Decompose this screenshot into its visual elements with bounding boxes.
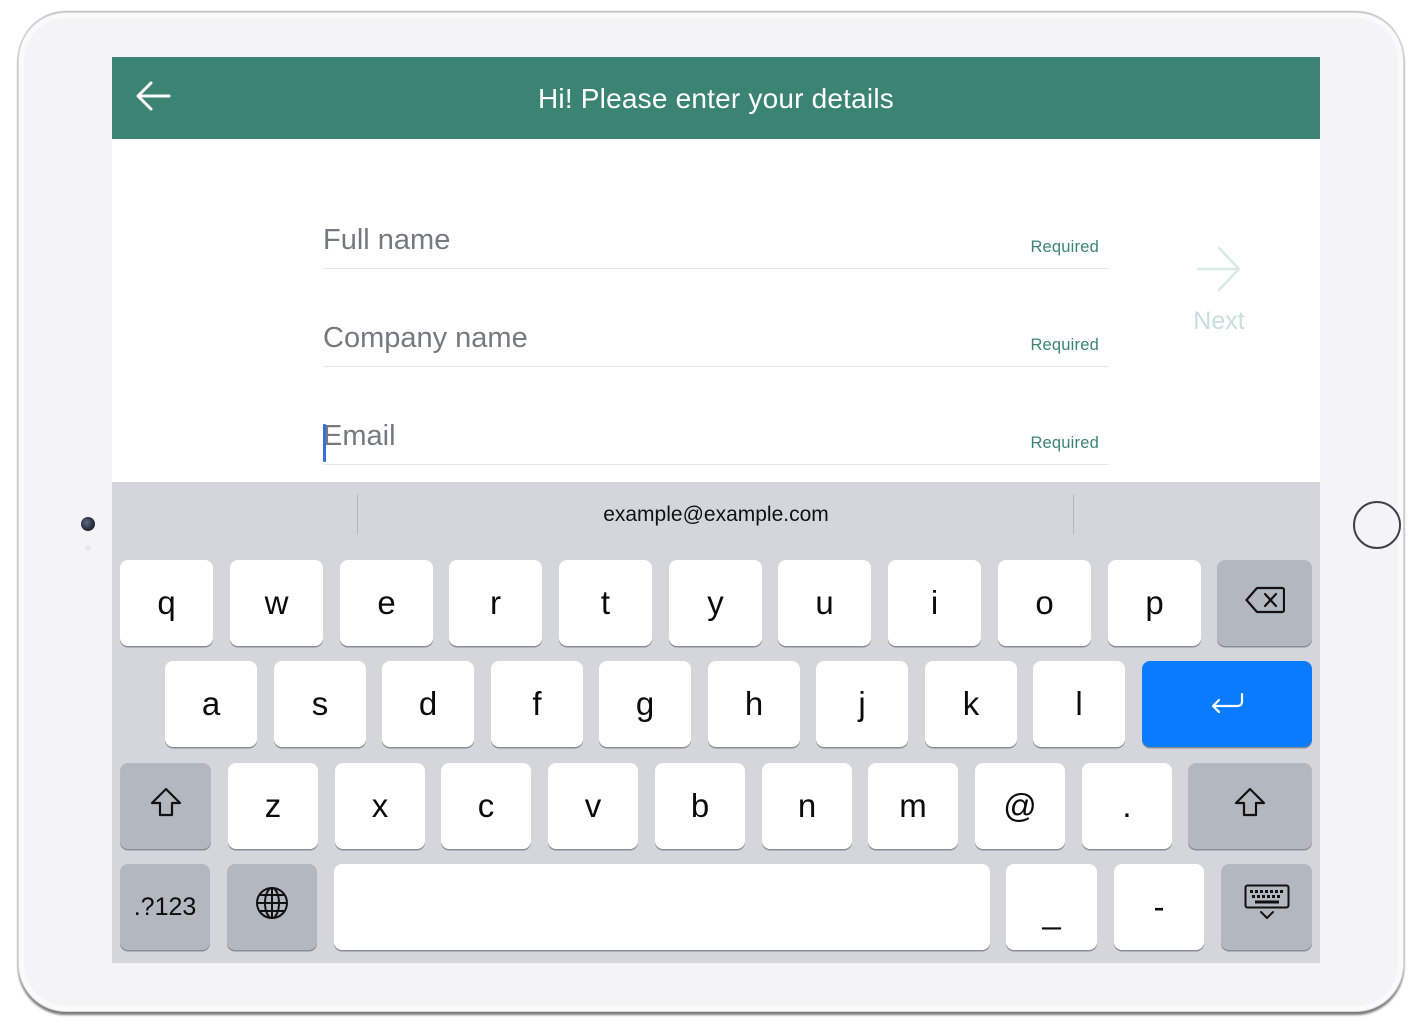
space-bar[interactable] <box>334 864 990 950</box>
key-n[interactable]: n <box>762 763 852 849</box>
key-r[interactable]: r <box>449 560 542 646</box>
key-p[interactable]: p <box>1108 560 1201 646</box>
keyboard-hide-icon <box>1244 884 1290 930</box>
key-c[interactable]: c <box>441 763 531 849</box>
key-o[interactable]: o <box>998 560 1091 646</box>
key-t[interactable]: t <box>559 560 652 646</box>
key-q[interactable]: q <box>120 560 213 646</box>
required-badge: Required <box>1030 434 1099 452</box>
key-m[interactable]: m <box>868 763 958 849</box>
email-field[interactable]: Required <box>323 405 1109 465</box>
key-g[interactable]: g <box>599 661 691 747</box>
next-button[interactable]: Next <box>1182 243 1256 343</box>
ambient-sensor <box>85 545 91 551</box>
page-title: Hi! Please enter your details <box>538 83 894 114</box>
return-key[interactable] <box>1142 661 1312 747</box>
key-b[interactable]: b <box>655 763 745 849</box>
company-name-input[interactable] <box>323 318 1013 358</box>
key-a[interactable]: a <box>165 661 257 747</box>
full-name-input[interactable] <box>323 220 1013 260</box>
next-label: Next <box>1193 307 1245 335</box>
home-button[interactable] <box>1353 501 1401 549</box>
globe-key[interactable] <box>227 864 317 950</box>
key-k[interactable]: k <box>925 661 1017 747</box>
suggestion-divider <box>1073 494 1074 534</box>
key-s[interactable]: s <box>274 661 366 747</box>
app-screen: Hi! Please enter your details Required R… <box>112 57 1320 963</box>
required-badge: Required <box>1030 238 1099 256</box>
hide-keyboard-key[interactable] <box>1221 864 1312 950</box>
front-camera <box>81 517 95 531</box>
key-i[interactable]: i <box>888 560 981 646</box>
key-at[interactable]: @ <box>975 763 1065 849</box>
email-input[interactable] <box>323 416 1013 456</box>
backspace-key[interactable] <box>1217 560 1312 646</box>
key-d[interactable]: d <box>382 661 474 747</box>
key-x[interactable]: x <box>335 763 425 849</box>
company-name-field[interactable]: Required <box>323 307 1109 367</box>
shift-key-left[interactable] <box>120 763 211 849</box>
key-h[interactable]: h <box>708 661 800 747</box>
key-e[interactable]: e <box>340 560 433 646</box>
key-f[interactable]: f <box>491 661 583 747</box>
key-z[interactable]: z <box>228 763 318 849</box>
key-l[interactable]: l <box>1033 661 1125 747</box>
shift-icon <box>150 787 182 825</box>
numbers-key[interactable]: .?123 <box>120 864 210 950</box>
shift-key-right[interactable] <box>1188 763 1312 849</box>
key-y[interactable]: y <box>669 560 762 646</box>
onscreen-keyboard: example@example.com q w e r t y u i o p … <box>112 482 1320 963</box>
globe-icon <box>254 885 290 929</box>
key-u[interactable]: u <box>778 560 871 646</box>
required-badge: Required <box>1030 336 1099 354</box>
shift-icon <box>1234 787 1266 825</box>
key-period[interactable]: . <box>1082 763 1172 849</box>
backspace-icon <box>1244 584 1285 622</box>
full-name-field[interactable]: Required <box>323 209 1109 269</box>
app-header: Hi! Please enter your details <box>112 57 1320 139</box>
return-icon <box>1209 685 1245 723</box>
text-cursor <box>323 424 326 462</box>
key-j[interactable]: j <box>816 661 908 747</box>
suggestion-bar: example@example.com <box>112 482 1320 548</box>
key-underscore[interactable]: _ <box>1006 864 1097 950</box>
suggestion-item[interactable]: example@example.com <box>358 482 1074 548</box>
key-dash[interactable]: - <box>1114 864 1204 950</box>
key-w[interactable]: w <box>230 560 323 646</box>
key-v[interactable]: v <box>548 763 638 849</box>
